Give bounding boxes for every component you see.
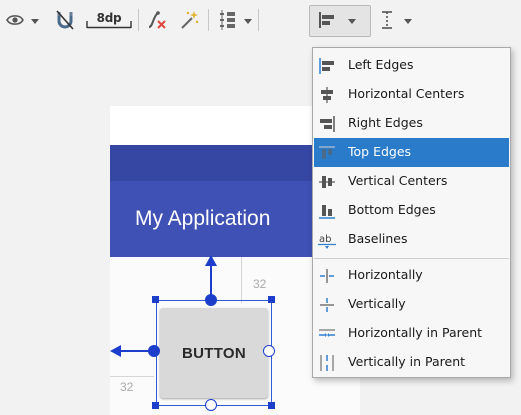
center-vertical-icon <box>318 296 336 314</box>
menu-item-label: Vertical Centers <box>348 173 448 188</box>
menu-item-label: Horizontal Centers <box>348 86 465 101</box>
align-left-icon <box>318 57 336 75</box>
align-bottom-icon <box>318 202 336 220</box>
align-right-icon <box>318 115 336 133</box>
top-constraint-anchor[interactable] <box>205 294 217 306</box>
menu-item-label: Vertically in Parent <box>348 354 466 369</box>
menu-item-label: Bottom Edges <box>348 202 436 217</box>
menu-separator <box>314 258 509 259</box>
baseline-icon: ab <box>318 231 336 249</box>
resize-handle-top-right[interactable] <box>268 296 275 303</box>
resize-handle-bottom-right[interactable] <box>268 402 275 409</box>
align-dropdown-menu: Left Edges Horizontal Centers Right Edge… <box>312 47 511 378</box>
resize-handle-top-left[interactable] <box>152 296 159 303</box>
menu-item-center-vertically[interactable]: Vertically <box>314 290 509 319</box>
resize-handle-bottom-left[interactable] <box>152 402 159 409</box>
menu-item-baselines[interactable]: ab Baselines <box>314 225 509 254</box>
button-widget[interactable]: BUTTON <box>160 308 268 398</box>
menu-item-bottom-edges[interactable]: Bottom Edges <box>314 196 509 225</box>
menu-item-vertical-centers[interactable]: Vertical Centers <box>314 167 509 196</box>
menu-item-label: Right Edges <box>348 115 423 130</box>
menu-item-horizontal-centers[interactable]: Horizontal Centers <box>314 80 509 109</box>
button-widget-label: BUTTON <box>181 344 247 362</box>
menu-item-left-edges[interactable]: Left Edges <box>314 51 509 80</box>
menu-item-center-horizontally-in-parent[interactable]: Horizontally in Parent <box>314 319 509 348</box>
left-constraint-anchor[interactable] <box>148 345 160 357</box>
menu-item-center-vertically-in-parent[interactable]: Vertically in Parent <box>314 348 509 377</box>
right-constraint-anchor[interactable] <box>263 345 275 357</box>
align-top-icon <box>318 144 336 162</box>
menu-item-label: Top Edges <box>348 144 412 159</box>
menu-item-label: Left Edges <box>348 57 414 72</box>
svg-text:ab: ab <box>319 234 331 245</box>
center-horizontal-icon <box>318 267 336 285</box>
bottom-constraint-anchor[interactable] <box>205 399 217 411</box>
menu-item-right-edges[interactable]: Right Edges <box>314 109 509 138</box>
menu-item-label: Vertically <box>348 296 406 311</box>
menu-item-center-horizontally[interactable]: Horizontally <box>314 261 509 290</box>
align-vertical-center-icon <box>318 173 336 191</box>
menu-item-top-edges[interactable]: Top Edges <box>314 138 509 167</box>
center-horizontal-parent-icon <box>318 325 336 343</box>
menu-item-label: Horizontally in Parent <box>348 325 483 340</box>
menu-item-label: Horizontally <box>348 267 423 282</box>
align-horizontal-center-icon <box>318 86 336 104</box>
menu-item-label: Baselines <box>348 231 408 246</box>
center-vertical-parent-icon <box>318 354 336 372</box>
